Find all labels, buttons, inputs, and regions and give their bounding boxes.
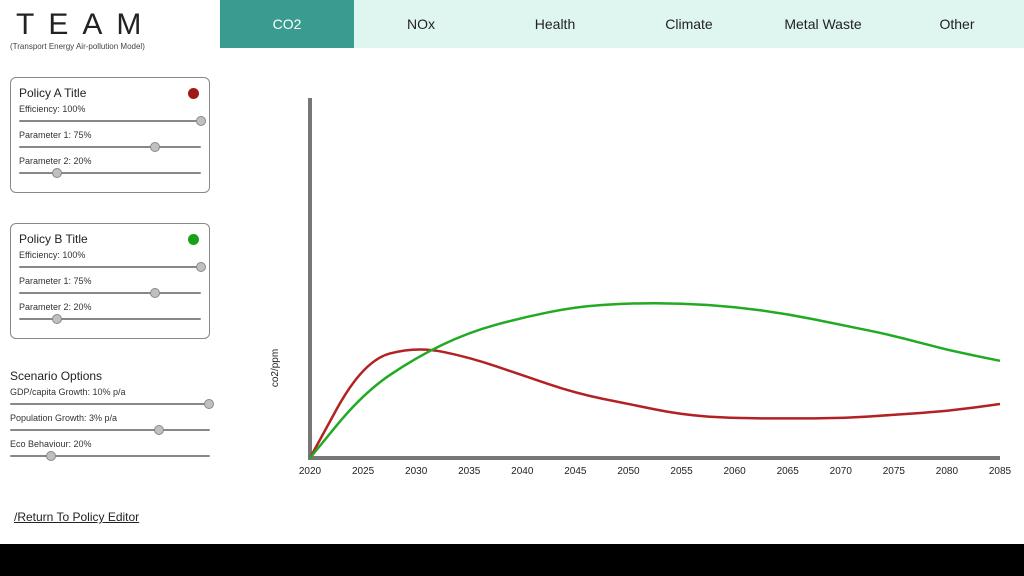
svg-text:2070: 2070 [830, 466, 853, 477]
app-subtitle: (Transport Energy Air-pollution Model) [10, 42, 210, 51]
scenario-gdp-label: GDP/capita Growth: 10% p/a [10, 387, 210, 397]
tab-co2[interactable]: CO2 [220, 0, 354, 48]
policy-b-param2-label: Parameter 2: 20% [19, 302, 201, 312]
return-link[interactable]: /Return To Policy Editor [14, 510, 139, 524]
policy-b-title: Policy B Title [19, 232, 201, 246]
policy-a-param2-label: Parameter 2: 20% [19, 156, 201, 166]
policy-b-param1-slider[interactable] [19, 286, 201, 300]
svg-text:2030: 2030 [405, 466, 428, 477]
policy-b-color-dot [188, 234, 199, 245]
chart-area: co2/ppm 2020 2025 2030 2035 2040 2045 2050 2055 2… [220, 48, 1024, 544]
policy-a-param1-slider[interactable] [19, 140, 201, 154]
svg-text:2075: 2075 [883, 466, 906, 477]
policy-a-color-dot [188, 88, 199, 99]
policy-b-param2-slider[interactable] [19, 312, 201, 326]
svg-text:2055: 2055 [670, 466, 693, 477]
svg-text:2025: 2025 [352, 466, 375, 477]
scenario-eco-label: Eco Behaviour: 20% [10, 439, 210, 449]
svg-text:2040: 2040 [511, 466, 534, 477]
scenario-eco-slider[interactable] [10, 449, 210, 463]
svg-text:2080: 2080 [936, 466, 959, 477]
scenario-pop-label: Population Growth: 3% p/a [10, 413, 210, 423]
policy-b-panel: Policy B Title Efficiency: 100% Paramete… [10, 223, 210, 339]
chart-svg: co2/ppm 2020 2025 2030 2035 2040 2045 2050 2055 2… [220, 48, 1024, 544]
footer-bar [0, 544, 1024, 576]
svg-text:2065: 2065 [777, 466, 800, 477]
scenario-panel: Scenario Options GDP/capita Growth: 10% … [10, 369, 210, 463]
sidebar: TEAM (Transport Energy Air-pollution Mod… [0, 0, 220, 544]
tab-other[interactable]: Other [890, 0, 1024, 48]
svg-text:2050: 2050 [617, 466, 640, 477]
scenario-pop-slider[interactable] [10, 423, 210, 437]
policy-a-efficiency-label: Efficiency: 100% [19, 104, 201, 114]
svg-text:2060: 2060 [723, 466, 746, 477]
tab-nox[interactable]: NOx [354, 0, 488, 48]
policy-a-param2-slider[interactable] [19, 166, 201, 180]
policy-b-efficiency-slider[interactable] [19, 260, 201, 274]
svg-text:2035: 2035 [458, 466, 481, 477]
svg-text:2045: 2045 [564, 466, 587, 477]
policy-b-efficiency-label: Efficiency: 100% [19, 250, 201, 260]
policy-a-param1-label: Parameter 1: 75% [19, 130, 201, 140]
tab-metal-waste[interactable]: Metal Waste [756, 0, 890, 48]
policy-a-panel: Policy A Title Efficiency: 100% Paramete… [10, 77, 210, 193]
tab-climate[interactable]: Climate [622, 0, 756, 48]
svg-text:2085: 2085 [989, 466, 1012, 477]
svg-text:co2/ppm: co2/ppm [270, 349, 281, 387]
svg-text:2020: 2020 [299, 466, 322, 477]
scenario-title: Scenario Options [10, 369, 210, 383]
policy-a-efficiency-slider[interactable] [19, 114, 201, 128]
tab-bar: CO2NOxHealthClimateMetal WasteOther [220, 0, 1024, 48]
policy-a-title: Policy A Title [19, 86, 201, 100]
policy-b-param1-label: Parameter 1: 75% [19, 276, 201, 286]
tab-health[interactable]: Health [488, 0, 622, 48]
app-title: TEAM [16, 8, 210, 42]
scenario-gdp-slider[interactable] [10, 397, 210, 411]
